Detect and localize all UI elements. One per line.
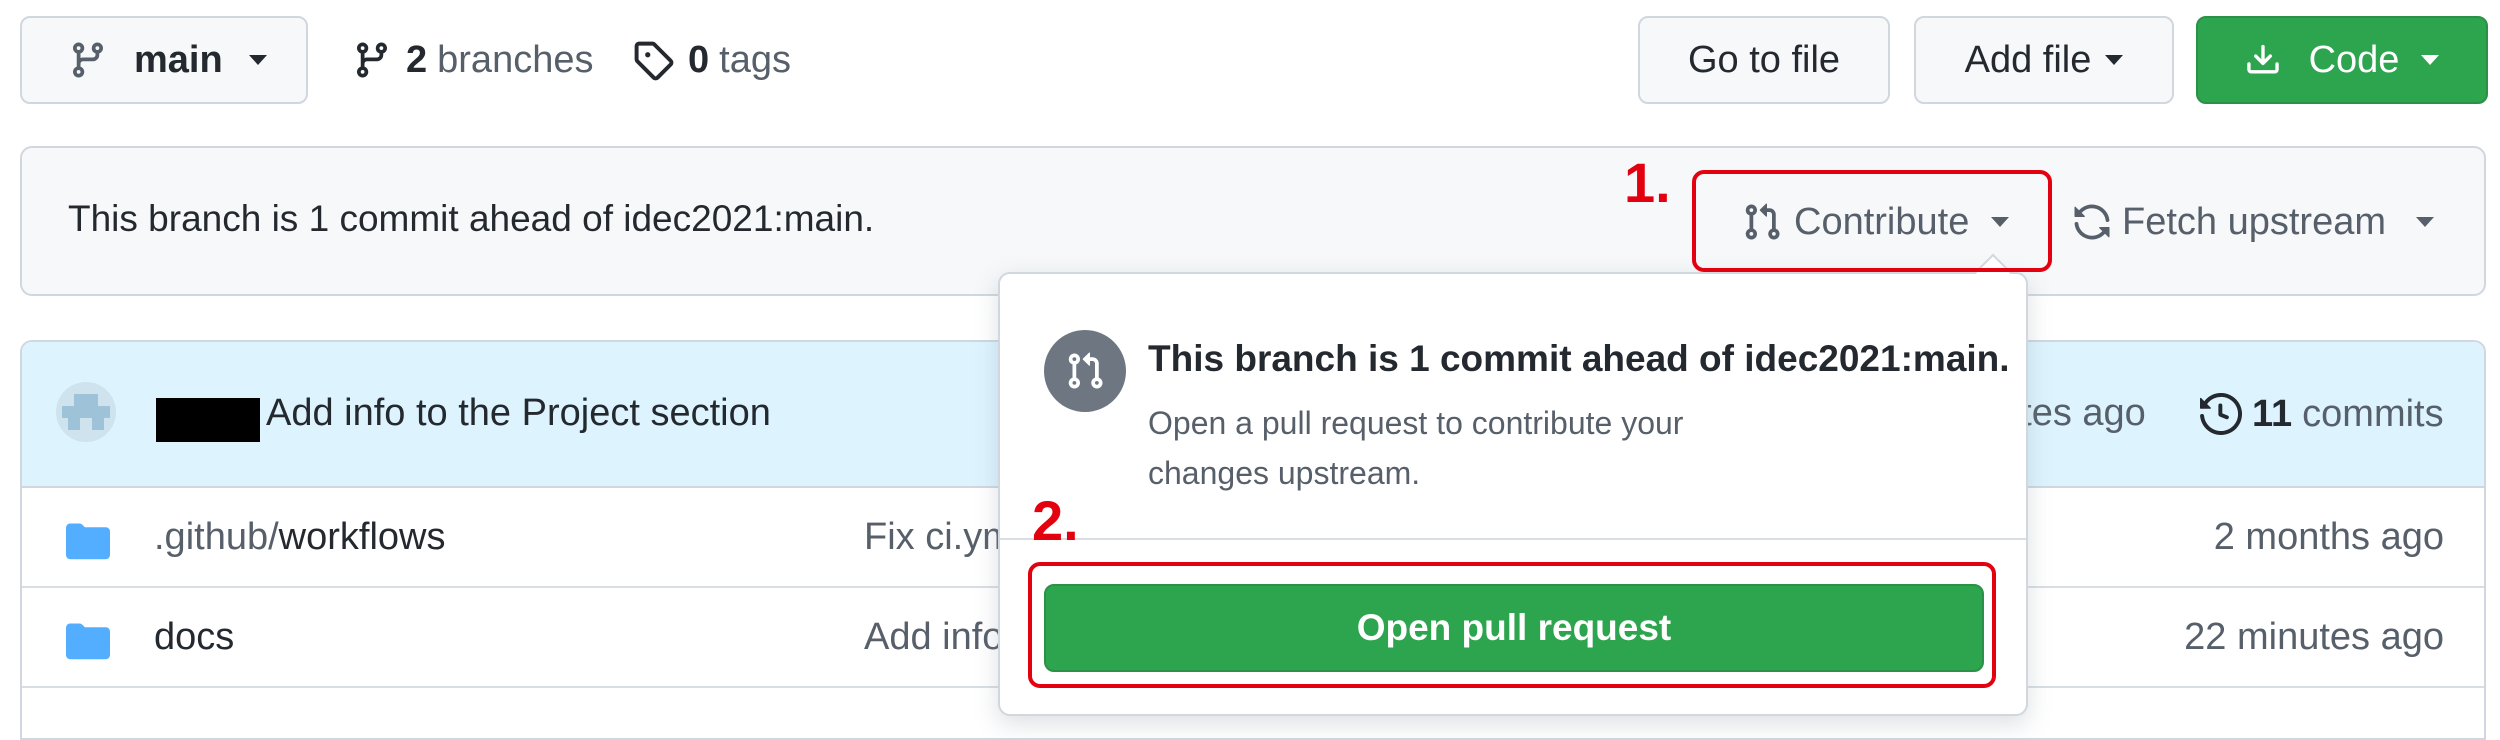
annotation-step-1: 1. (1624, 151, 1671, 214)
tags-link[interactable]: 0 tags (632, 30, 791, 90)
popover-description: Open a pull request to contribute your c… (1148, 405, 1684, 491)
go-to-file-label: Go to file (1687, 38, 1841, 81)
commit-message[interactable]: Add info to the Project section (266, 392, 771, 435)
file-path-name: workflows (278, 516, 446, 558)
file-time: 22 minutes ago (2184, 616, 2444, 658)
code-button[interactable]: Code (2196, 16, 2488, 104)
commits-count: 11 (2252, 392, 2293, 435)
tag-icon (632, 39, 674, 81)
file-commit-message[interactable]: Fix ci.ym (864, 516, 1014, 559)
download-icon (2245, 42, 2281, 78)
fetch-upstream-label: Fetch upstream (2122, 200, 2386, 243)
file-path-name: docs (154, 616, 235, 658)
chevron-down-icon (2421, 55, 2440, 65)
avatar[interactable] (56, 382, 116, 442)
branch-status-text: This branch is 1 commit ahead of idec202… (68, 198, 875, 239)
code-label: Code (2308, 38, 2400, 81)
pull-request-icon-circle (1044, 330, 1126, 412)
popover-title: This branch is 1 commit ahead of idec202… (1148, 338, 2010, 379)
branches-count: 2 (406, 38, 428, 81)
git-pull-request-icon (1065, 351, 1105, 391)
sync-icon (2072, 202, 2112, 242)
popover-divider (1000, 538, 2026, 540)
annotation-step-2: 2. (1032, 489, 1079, 552)
branches-link[interactable]: 2 branches (352, 30, 593, 90)
fetch-upstream-button[interactable]: Fetch upstream (2072, 192, 2434, 252)
file-time: 2 months ago (2213, 516, 2444, 558)
folder-icon (66, 520, 110, 560)
add-file-button[interactable]: Add file (1914, 16, 2174, 104)
file-name[interactable]: .github/workflows (154, 516, 445, 559)
go-to-file-button[interactable]: Go to file (1638, 16, 1890, 104)
file-path-prefix: .github/ (154, 516, 279, 558)
branch-name: main (134, 38, 223, 81)
branches-label: branches (437, 38, 594, 81)
folder-icon (66, 620, 110, 660)
history-icon (2200, 393, 2242, 435)
chevron-down-icon (2105, 55, 2124, 65)
tags-label: tags (719, 38, 791, 81)
commits-label: commits (2302, 392, 2444, 435)
git-branch-icon (68, 40, 108, 80)
add-file-label: Add file (1964, 38, 2092, 81)
commits-link[interactable]: 11 commits (2200, 386, 2444, 442)
file-name[interactable]: docs (154, 616, 234, 659)
annotation-box-contribute (1692, 170, 2052, 272)
branch-select-button[interactable]: main (20, 16, 308, 104)
annotation-box-open-pr (1028, 562, 1996, 688)
file-commit-message[interactable]: Add info (864, 616, 1003, 659)
chevron-down-icon (2416, 217, 2434, 227)
chevron-down-icon (248, 55, 267, 65)
redacted-author (156, 398, 260, 442)
tags-count: 0 (688, 38, 710, 81)
git-branch-icon (352, 40, 392, 80)
